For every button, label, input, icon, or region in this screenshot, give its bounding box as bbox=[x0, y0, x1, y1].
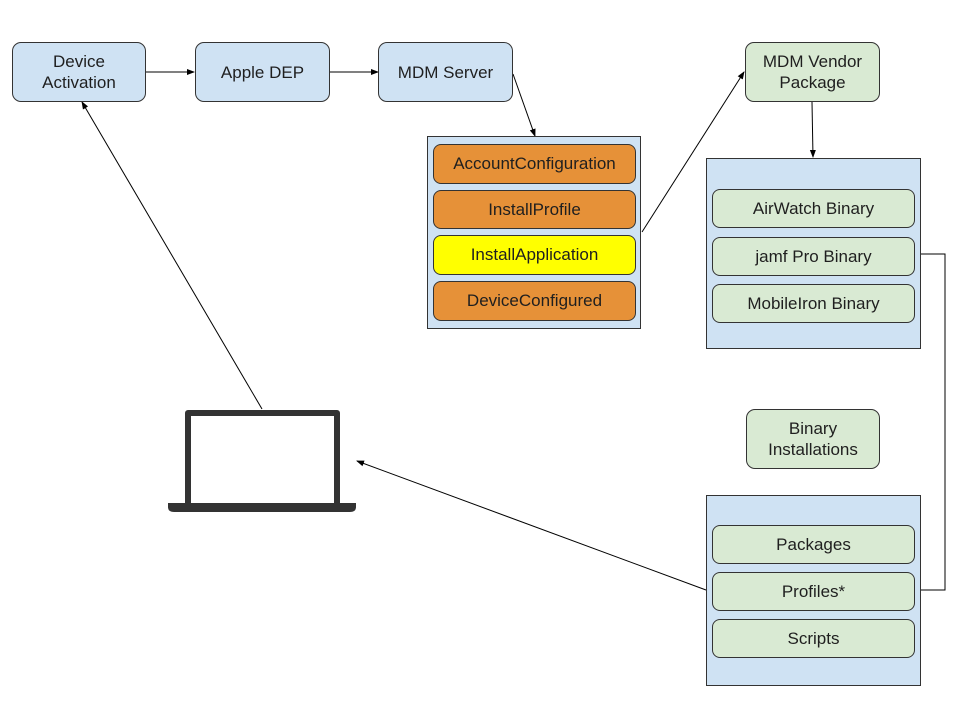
vendor-binaries-container: AirWatch Binary jamf Pro Binary MobileIr… bbox=[706, 158, 921, 349]
installation-scripts[interactable]: Scripts bbox=[712, 619, 915, 658]
installations-container: Packages Profiles* Scripts bbox=[706, 495, 921, 686]
binary-installations-node[interactable]: Binary Installations bbox=[746, 409, 880, 469]
arrow-vendor-to-binaries bbox=[809, 101, 816, 158]
binary-jamf-pro[interactable]: jamf Pro Binary bbox=[712, 237, 915, 276]
command-install-profile[interactable]: InstallProfile bbox=[433, 190, 636, 229]
mdm-server-node[interactable]: MDM Server bbox=[378, 42, 513, 102]
laptop-icon[interactable] bbox=[166, 408, 358, 514]
mdm-vendor-package-node[interactable]: MDM Vendor Package bbox=[745, 42, 880, 102]
arrow-laptop-to-activation bbox=[81, 101, 263, 410]
apple-dep-node[interactable]: Apple DEP bbox=[195, 42, 330, 102]
device-activation-node[interactable]: Device Activation bbox=[12, 42, 146, 102]
installation-packages[interactable]: Packages bbox=[712, 525, 915, 564]
arrow-installations-to-laptop bbox=[356, 460, 707, 591]
arrow-mdm-to-commands bbox=[512, 73, 536, 137]
binary-mobileiron[interactable]: MobileIron Binary bbox=[712, 284, 915, 323]
connector-jamf-to-profiles bbox=[921, 253, 946, 591]
binary-airwatch[interactable]: AirWatch Binary bbox=[712, 189, 915, 228]
command-account-configuration[interactable]: AccountConfiguration bbox=[433, 144, 636, 184]
installation-profiles[interactable]: Profiles* bbox=[712, 572, 915, 611]
command-device-configured[interactable]: DeviceConfigured bbox=[433, 281, 636, 321]
mdm-commands-container: AccountConfiguration InstallProfile Inst… bbox=[427, 136, 641, 329]
command-install-application[interactable]: InstallApplication bbox=[433, 235, 636, 275]
